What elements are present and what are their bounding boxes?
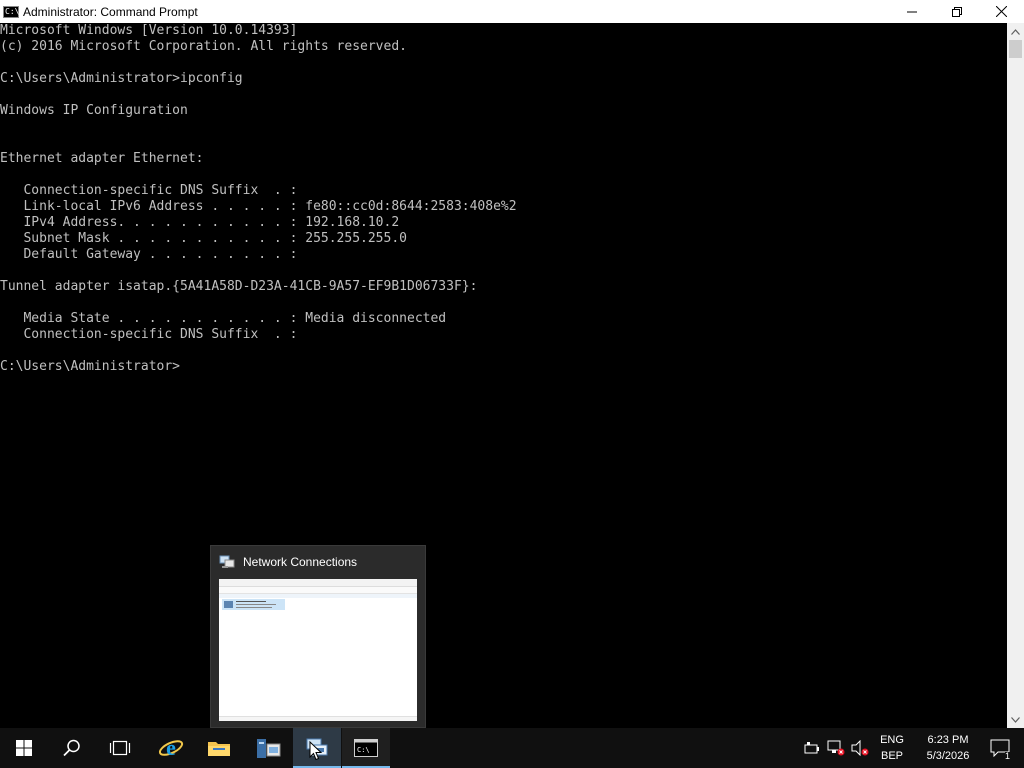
svg-text:C:\: C:\ <box>357 746 370 754</box>
volume-tray-button[interactable] <box>848 728 872 768</box>
console-line: Connection-specific DNS Suffix . : <box>0 183 298 198</box>
scroll-down-button[interactable] <box>1007 711 1024 728</box>
volume-muted-icon <box>851 740 869 756</box>
language-label: ENG <box>880 734 904 746</box>
window-title-bar[interactable]: C:\ Administrator: Command Prompt <box>0 0 1024 23</box>
restore-button[interactable] <box>934 0 979 23</box>
console-line: Microsoft Windows [Version 10.0.14393] <box>0 23 298 38</box>
scroll-thumb[interactable] <box>1009 40 1022 58</box>
console-line: (c) 2016 Microsoft Corporation. All righ… <box>0 39 407 54</box>
clock-date: 5/3/2026 <box>926 750 970 762</box>
task-view-icon <box>109 740 131 756</box>
search-button[interactable] <box>48 728 96 768</box>
internet-explorer-icon: e <box>158 735 184 760</box>
network-tray-button[interactable] <box>824 728 848 768</box>
network-disconnected-icon <box>827 740 845 756</box>
console-line: Default Gateway . . . . . . . . . : <box>0 247 298 262</box>
start-button[interactable] <box>0 728 48 768</box>
console-line: C:\Users\Administrator>ipconfig <box>0 71 243 86</box>
windows-logo-icon <box>16 740 32 756</box>
console-line: Media State . . . . . . . . . . . : Medi… <box>0 311 447 326</box>
mouse-cursor-icon <box>309 741 323 761</box>
clock-button[interactable]: 6:23 PM 5/3/2026 <box>916 732 980 764</box>
minimize-icon <box>906 11 917 12</box>
preview-window-thumbnail[interactable] <box>219 579 417 721</box>
notification-count: 1 <box>1004 751 1010 761</box>
console-line: Link-local IPv6 Address . . . . . : fe80… <box>0 199 517 214</box>
command-prompt-button[interactable]: C:\ <box>342 728 390 768</box>
cmd-icon: C:\ <box>3 5 20 18</box>
console-line: Windows IP Configuration <box>0 103 188 118</box>
chevron-down-icon <box>1011 716 1020 723</box>
device-icon <box>804 742 819 754</box>
server-manager-icon <box>257 739 281 758</box>
chevron-up-icon <box>1011 28 1020 35</box>
taskbar: e C:\ ENG BEP 6:23 PM 5/3/2026 1 <box>0 728 1024 768</box>
window-title: Administrator: Command Prompt <box>23 4 198 19</box>
cmd-icon: C:\ <box>354 739 378 757</box>
svg-text:e: e <box>166 735 176 760</box>
close-icon <box>996 6 1007 17</box>
file-explorer-button[interactable] <box>195 728 243 768</box>
taskbar-thumbnail-preview[interactable]: Network Connections <box>210 545 426 728</box>
internet-explorer-button[interactable]: e <box>147 728 195 768</box>
server-manager-button[interactable] <box>244 728 292 768</box>
console-line: Subnet Mask . . . . . . . . . . . : 255.… <box>0 231 407 246</box>
console-line: C:\Users\Administrator> <box>0 359 181 374</box>
console-line: Connection-specific DNS Suffix . : <box>0 327 298 342</box>
console-line: Tunnel adapter isatap.{5A41A58D-D23A-41C… <box>0 279 478 294</box>
action-center-button[interactable]: 1 <box>980 728 1020 768</box>
scroll-up-button[interactable] <box>1007 23 1024 40</box>
folder-icon <box>208 742 230 756</box>
network-connections-icon <box>219 555 235 569</box>
console-output[interactable]: Microsoft Windows [Version 10.0.14393] (c… <box>0 23 1007 728</box>
task-view-button[interactable] <box>96 728 144 768</box>
action-center-devices-button[interactable] <box>800 728 824 768</box>
keyboard-layout-label: BEP <box>880 750 903 762</box>
search-icon <box>63 739 80 757</box>
console-line: Ethernet adapter Ethernet: <box>0 151 204 166</box>
restore-icon <box>951 6 962 17</box>
system-tray: ENG BEP 6:23 PM 5/3/2026 1 <box>800 728 1020 768</box>
close-button[interactable] <box>979 0 1024 23</box>
console-line: IPv4 Address. . . . . . . . . . . : 192.… <box>0 215 400 230</box>
input-language-button[interactable]: ENG BEP <box>872 732 912 764</box>
preview-title: Network Connections <box>243 555 358 569</box>
clock-time: 6:23 PM <box>927 734 969 746</box>
minimize-button[interactable] <box>889 0 934 23</box>
vertical-scrollbar[interactable] <box>1007 23 1024 728</box>
